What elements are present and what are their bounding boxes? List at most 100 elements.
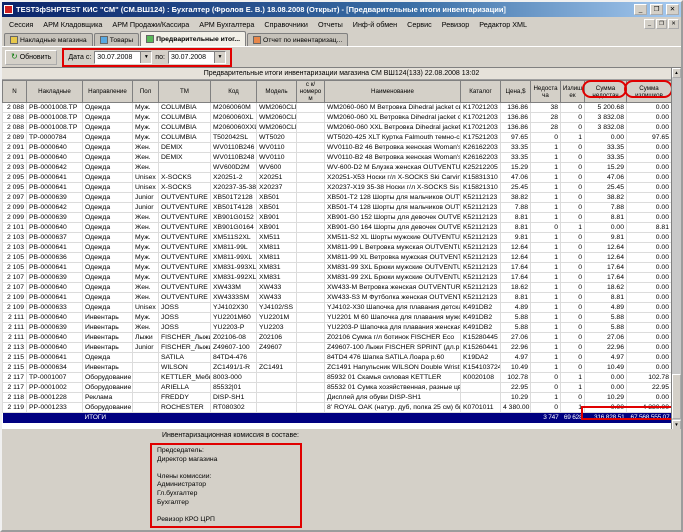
chevron-down-icon[interactable]: ▼ — [213, 51, 225, 63]
column-header[interactable]: с к/номером — [296, 80, 325, 103]
cell: Одежда — [82, 172, 133, 183]
column-header[interactable]: Направление — [82, 80, 133, 103]
table-row[interactable]: 2 088 PB-0001008.TР Одежда Муж. COLUMBIA M206… — [2, 122, 672, 133]
tab-3[interactable]: Предварительные итог... — [140, 31, 246, 46]
table-row[interactable]: 2 103 PB-0000641 Одежда Муж. OUTVENTURE XM811… — [2, 242, 672, 253]
totals-row[interactable]: ИТОГИ 3 747 69 628 316 828.51 67 568 555… — [2, 412, 672, 423]
column-header[interactable]: N — [2, 80, 27, 103]
table-row[interactable]: 2 097 PB-0000639 Одежда Junior OUTVENTURE XB5… — [2, 192, 672, 203]
table-row[interactable]: 2 113 PB-0000640 Инвентарь Junior FISCHER_Лы… — [2, 342, 672, 353]
vertical-scrollbar[interactable]: ▲ ▼ — [671, 68, 681, 429]
table-row[interactable]: 2 109 PB-0000633 Одежда Unisex JOSS YJ4102X30… — [2, 302, 672, 313]
cell: 102.78 — [500, 372, 531, 383]
cell: XM811 — [256, 242, 297, 253]
menu-item[interactable]: Редактор XML — [474, 19, 532, 30]
table-row[interactable]: 2 103 PB-0000637 Одежда Муж. OUTVENTURE XM511… — [2, 232, 672, 243]
table-row[interactable]: 2 109 PB-0000641 Одежда Жен. OUTVENTURE XW433… — [2, 292, 672, 303]
cell: PB-0000640 — [26, 152, 83, 163]
menu-item[interactable]: Инф-й обмен — [348, 19, 402, 30]
table-row[interactable]: 2 095 PB-0000641 Одежда Unisex X-SOCKS X20237… — [2, 182, 672, 193]
cell: 2 113 — [2, 342, 27, 353]
table-row[interactable]: 2 111 PB-0000640 Инвентарь Лыжи FISCHER_Лыжи… — [2, 332, 672, 343]
cell: 2 117 — [2, 382, 27, 393]
cell: PB-0000641 — [26, 262, 83, 273]
cell: 1 — [530, 352, 561, 363]
table-row[interactable]: 2 111 PB-0000640 Инвентарь Муж. JOSS YU2201M6… — [2, 312, 672, 323]
tab-1[interactable]: Накладные магазина — [4, 33, 93, 46]
table-row[interactable]: 2 119 PP-0001233 Оборудование ROCHESTER RT0… — [2, 402, 672, 413]
table-row[interactable]: 2 105 PB-0000641 Одежда Муж. OUTVENTURE XM831… — [2, 262, 672, 273]
table-row[interactable]: 2 117 TP-0001007 Оборудование KETTLER_Мебк… — [2, 372, 672, 383]
cell: 0.00 — [626, 152, 672, 163]
table-row[interactable]: 2 089 TP-0000784 Одежда Муж. COLUMBIA T502042… — [2, 132, 672, 143]
menu-item[interactable]: Справочники — [259, 19, 313, 30]
tab-4[interactable]: Отчет по инвентаризац... — [247, 33, 349, 46]
column-header[interactable]: Каталог — [460, 80, 501, 103]
cell: WILSON — [158, 362, 211, 373]
mdi-restore-button[interactable]: ❐ — [656, 19, 667, 29]
cell: 33.35 — [500, 152, 531, 163]
scroll-down-icon[interactable]: ▼ — [672, 420, 681, 429]
table-row[interactable]: 2 091 PB-0000640 Одежда Жен. DEMIX WV0110B246… — [2, 142, 672, 153]
column-header[interactable]: Пол — [132, 80, 159, 103]
cell: ZC1491 Напульсник WILSON Double Wristban… — [324, 362, 461, 373]
menu-item[interactable]: Сессия — [4, 19, 38, 30]
table-row[interactable]: 2 105 PB-0000636 Одежда Муж. OUTVENTURE XM811… — [2, 252, 672, 263]
scrollbar-thumb[interactable] — [672, 374, 681, 419]
table-row[interactable]: 2 118 PB-0001228 Реклама FREDDY DISP-SH1 Ди… — [2, 392, 672, 403]
menu-item[interactable]: Отчеты — [313, 19, 348, 30]
cell: K491DB2 — [460, 302, 501, 313]
table-row[interactable]: 2 115 PB-0000634 Инвентарь WILSON ZC1491/1-… — [2, 362, 672, 373]
table-row[interactable]: 2 088 PB-0001008.TР Одежда Муж. COLUMBIA M206… — [2, 112, 672, 123]
cell: 5.88 — [584, 312, 627, 323]
table-row[interactable]: 2 117 PP-0001002 Оборудование ARIELLA 85532… — [2, 382, 672, 393]
mdi-close-button[interactable]: ✕ — [668, 19, 679, 29]
column-header[interactable]: Цена,$ — [500, 80, 531, 103]
table-row[interactable]: 2 091 PB-0000640 Одежда Жен. DEMIX WV0110B248… — [2, 152, 672, 163]
table-row[interactable]: 2 093 PB-0000642 Одежда Жен. WV600D2M WV600 … — [2, 162, 672, 173]
cell: Инвентарь — [82, 322, 133, 333]
table-row[interactable]: 2 099 PB-0000642 Одежда Junior OUTVENTURE XB5… — [2, 202, 672, 213]
date-to-label: по: — [155, 53, 165, 61]
cell: Unisex — [132, 172, 159, 183]
menu-item[interactable]: АРМ Кладовщика — [38, 19, 107, 30]
table-row[interactable]: 2 115 PB-0000641 Одежда SATILA 84TD4-476 84… — [2, 352, 672, 363]
cell: Одежда — [82, 212, 133, 223]
table-row[interactable]: 2 088 PB-0001008.TР Одежда Муж. COLUMBIA M206… — [2, 102, 672, 113]
column-header[interactable]: Код — [210, 80, 257, 103]
chevron-down-icon[interactable]: ▼ — [140, 51, 152, 63]
date-to-select[interactable]: 30.07.2008 ▼ — [167, 50, 226, 64]
cell: K26162203 — [460, 142, 501, 153]
cell: 0 — [530, 222, 561, 233]
column-header[interactable]: Наименование — [324, 80, 461, 103]
close-button[interactable]: ✕ — [666, 4, 679, 15]
table-row[interactable]: 2 111 PB-0000639 Инвентарь Жен. JOSS YU2203-P… — [2, 322, 672, 333]
maximize-button[interactable]: ❐ — [650, 4, 663, 15]
menu-item[interactable]: АРМ Бухгалтера — [194, 19, 259, 30]
mdi-minimize-button[interactable]: _ — [644, 19, 655, 29]
menu-item[interactable]: Сервис — [402, 19, 437, 30]
table-row[interactable]: 2 099 PB-0000639 Одежда Жен. OUTVENTURE XB901… — [2, 212, 672, 223]
column-header[interactable]: ТМ — [158, 80, 211, 103]
tab-label: Предварительные итог... — [156, 35, 240, 43]
cell: Одежда — [82, 142, 133, 153]
menu-item[interactable]: Ревизор — [437, 19, 475, 30]
scroll-up-icon[interactable]: ▲ — [672, 68, 681, 78]
column-header[interactable]: Модель — [256, 80, 297, 103]
table-row[interactable]: 2 101 PB-0000640 Одежда Жен. OUTVENTURE XB901… — [2, 222, 672, 233]
menu-item[interactable]: АРМ Продажи/Кассира — [107, 19, 194, 30]
date-from-select[interactable]: 30.07.2008 ▼ — [94, 50, 153, 64]
column-header[interactable]: Сумма недостач — [584, 80, 627, 103]
table-row[interactable]: 2 107 PB-0000639 Одежда Муж. OUTVENTURE XM831… — [2, 272, 672, 283]
refresh-button[interactable]: ↻ Обновить — [5, 49, 58, 65]
column-header[interactable]: Накладные — [26, 80, 83, 103]
column-header[interactable]: Сумма излишков — [626, 80, 672, 103]
table-row[interactable]: 2 107 PB-0000640 Одежда Жен. OUTVENTURE XW433… — [2, 282, 672, 293]
minimize-button[interactable]: _ — [634, 4, 647, 15]
table-row[interactable]: 2 095 PB-0000641 Одежда Unisex X-SOCKS X20251… — [2, 172, 672, 183]
cell: WM2060CLB — [256, 122, 297, 133]
column-header[interactable]: Недостача — [530, 80, 561, 103]
column-header[interactable]: Излишек — [560, 80, 585, 103]
tab-2[interactable]: Товары — [93, 33, 140, 46]
cell: COLUMBIA — [158, 132, 211, 143]
